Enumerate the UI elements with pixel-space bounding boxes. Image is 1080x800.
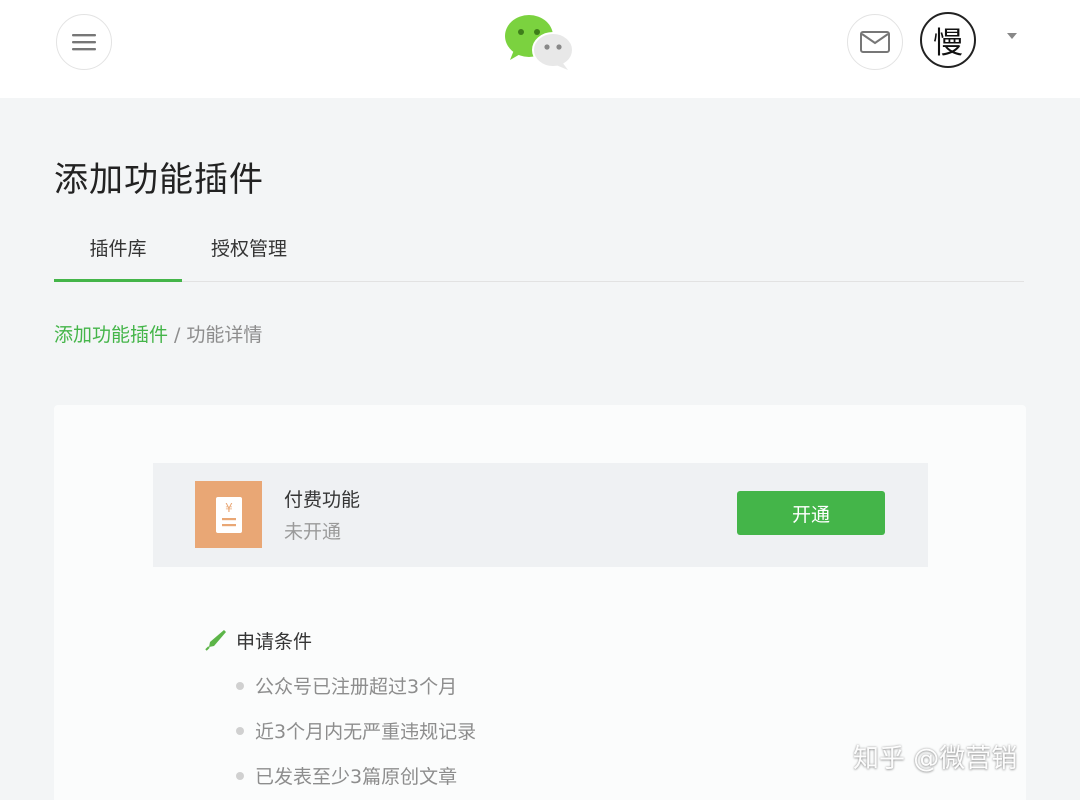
activate-button[interactable]: 开通 [737, 491, 885, 535]
list-item: 已发表至少3篇原创文章 [236, 753, 476, 798]
hamburger-menu-icon [72, 34, 96, 51]
watermark: 知乎 @微营销 [853, 744, 1018, 774]
conditions-header: 申请条件 [204, 625, 312, 655]
mail-button[interactable] [847, 14, 903, 70]
yuan-receipt-icon: ¥ [195, 481, 262, 548]
breadcrumb-current: 功能详情 [186, 324, 263, 346]
breadcrumb: 添加功能插件 / 功能详情 [54, 320, 262, 347]
bullet-dot [236, 771, 244, 780]
tab-bar: 插件库 授权管理 [54, 222, 1024, 282]
feature-status: 未开通 [284, 521, 342, 543]
avatar[interactable]: 慢 [920, 12, 976, 68]
feature-summary: ¥ 付费功能 未开通 开通 [153, 463, 928, 567]
list-item: 公众号已注册超过3个月 [236, 663, 476, 708]
menu-button[interactable] [56, 14, 112, 70]
condition-text: 已发表至少3篇原创文章 [255, 766, 458, 788]
caret-down-icon[interactable] [1007, 33, 1017, 39]
wechat-logo [505, 15, 574, 70]
condition-text: 近3个月内无严重违规记录 [255, 721, 477, 743]
bullet-dot [236, 726, 244, 735]
tab-plugin-library[interactable]: 插件库 [54, 222, 182, 282]
mail-icon [860, 31, 890, 53]
page-title: 添加功能插件 [54, 160, 264, 200]
conditions-list: 公众号已注册超过3个月 近3个月内无严重违规记录 已发表至少3篇原创文章 [236, 663, 476, 798]
feature-name: 付费功能 [284, 489, 361, 511]
conditions-title: 申请条件 [236, 630, 313, 653]
top-bar: 慢 [0, 0, 1080, 98]
condition-text: 公众号已注册超过3个月 [255, 676, 458, 698]
pen-icon [205, 630, 226, 651]
tab-authorization-management[interactable]: 授权管理 [194, 222, 304, 282]
breadcrumb-separator: / [174, 324, 181, 346]
list-item: 近3个月内无严重违规记录 [236, 708, 476, 753]
bullet-dot [236, 681, 244, 690]
breadcrumb-parent-link[interactable]: 添加功能插件 [54, 324, 168, 346]
svg-text:¥: ¥ [225, 501, 233, 515]
